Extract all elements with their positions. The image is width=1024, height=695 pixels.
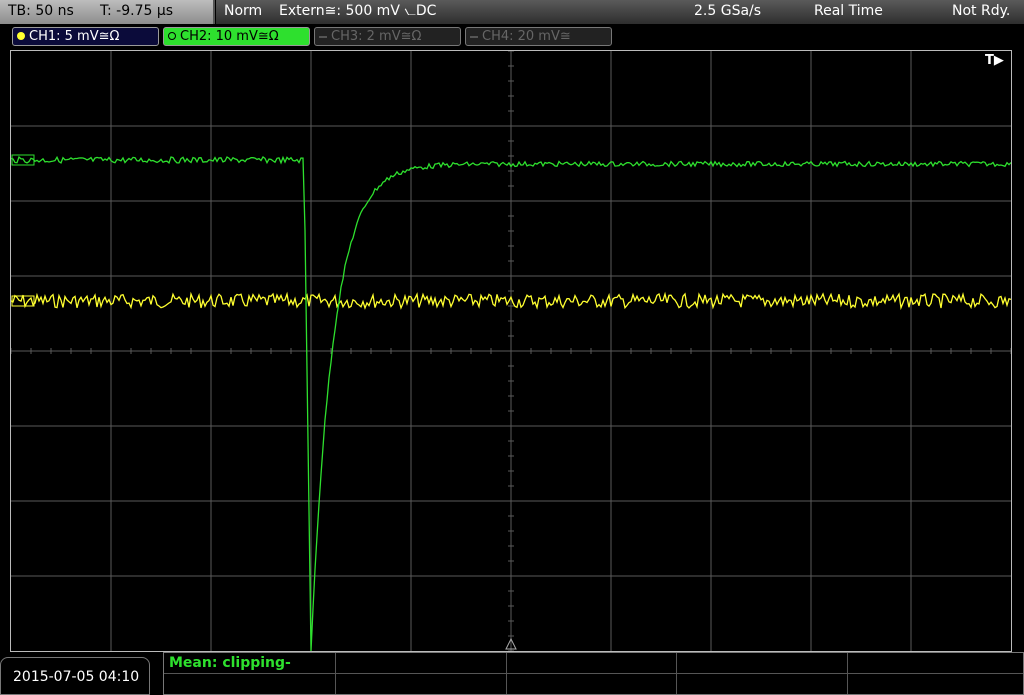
measurement-cell-divider (335, 653, 336, 694)
channel-3-label: CH3: 2 mV≅Ω (331, 29, 422, 44)
waveform-canvas (11, 51, 1011, 651)
timebase-value: TB: 50 ns (8, 3, 74, 19)
trigger-source: Extern≅: 500 mV ⦦DC (279, 3, 437, 19)
waveform-display[interactable] (10, 50, 1012, 652)
measurement-row-divider (164, 673, 1023, 674)
trigger-status-panel[interactable]: Norm Extern≅: 500 mV ⦦DC 2.5 GSa/s Real … (216, 0, 1024, 24)
acquisition-mode: Real Time (814, 3, 883, 19)
channel-3-off-icon (319, 35, 327, 38)
trigger-position-marker: T▶ (985, 53, 1004, 68)
channel-1-button[interactable]: CH1: 5 mV≅Ω (12, 27, 159, 46)
measurement-mean-label: Mean: clipping- (169, 655, 291, 671)
top-status-bar: TB: 50 ns T: -9.75 µs Norm Extern≅: 500 … (0, 0, 1024, 24)
channel-2-indicator-icon (168, 31, 176, 40)
channel-1-label: CH1: 5 mV≅Ω (29, 29, 120, 44)
measurement-cell-divider (847, 653, 848, 694)
channel-bar: CH1: 5 mV≅Ω CH2: 10 mV≅Ω CH3: 2 mV≅Ω CH4… (0, 26, 1024, 48)
trigger-time-value: T: -9.75 µs (100, 3, 174, 19)
acquisition-status: Not Rdy. (952, 3, 1011, 19)
channel-2-button[interactable]: CH2: 10 mV≅Ω (163, 27, 310, 46)
channel-3-button[interactable]: CH3: 2 mV≅Ω (314, 27, 461, 46)
channel-4-off-icon (470, 35, 478, 38)
sample-rate: 2.5 GSa/s (694, 3, 762, 19)
measurement-cell-divider (676, 653, 677, 694)
measurement-panel[interactable]: Mean: clipping- (163, 652, 1024, 695)
measurement-cell-divider (506, 653, 507, 694)
channel-4-button[interactable]: CH4: 20 mV≅ (465, 27, 612, 46)
channel-4-label: CH4: 20 mV≅ (482, 29, 571, 44)
timebase-panel[interactable]: TB: 50 ns T: -9.75 µs (0, 0, 215, 24)
bottom-panel: 2015-07-05 04:10 Mean: clipping- (0, 652, 1024, 695)
channel-2-label: CH2: 10 mV≅Ω (180, 29, 279, 44)
datetime-value: 2015-07-05 04:10 (13, 669, 140, 685)
datetime-panel: 2015-07-05 04:10 (0, 657, 150, 695)
trigger-mode: Norm (224, 3, 263, 19)
channel-1-indicator-icon (17, 31, 25, 40)
